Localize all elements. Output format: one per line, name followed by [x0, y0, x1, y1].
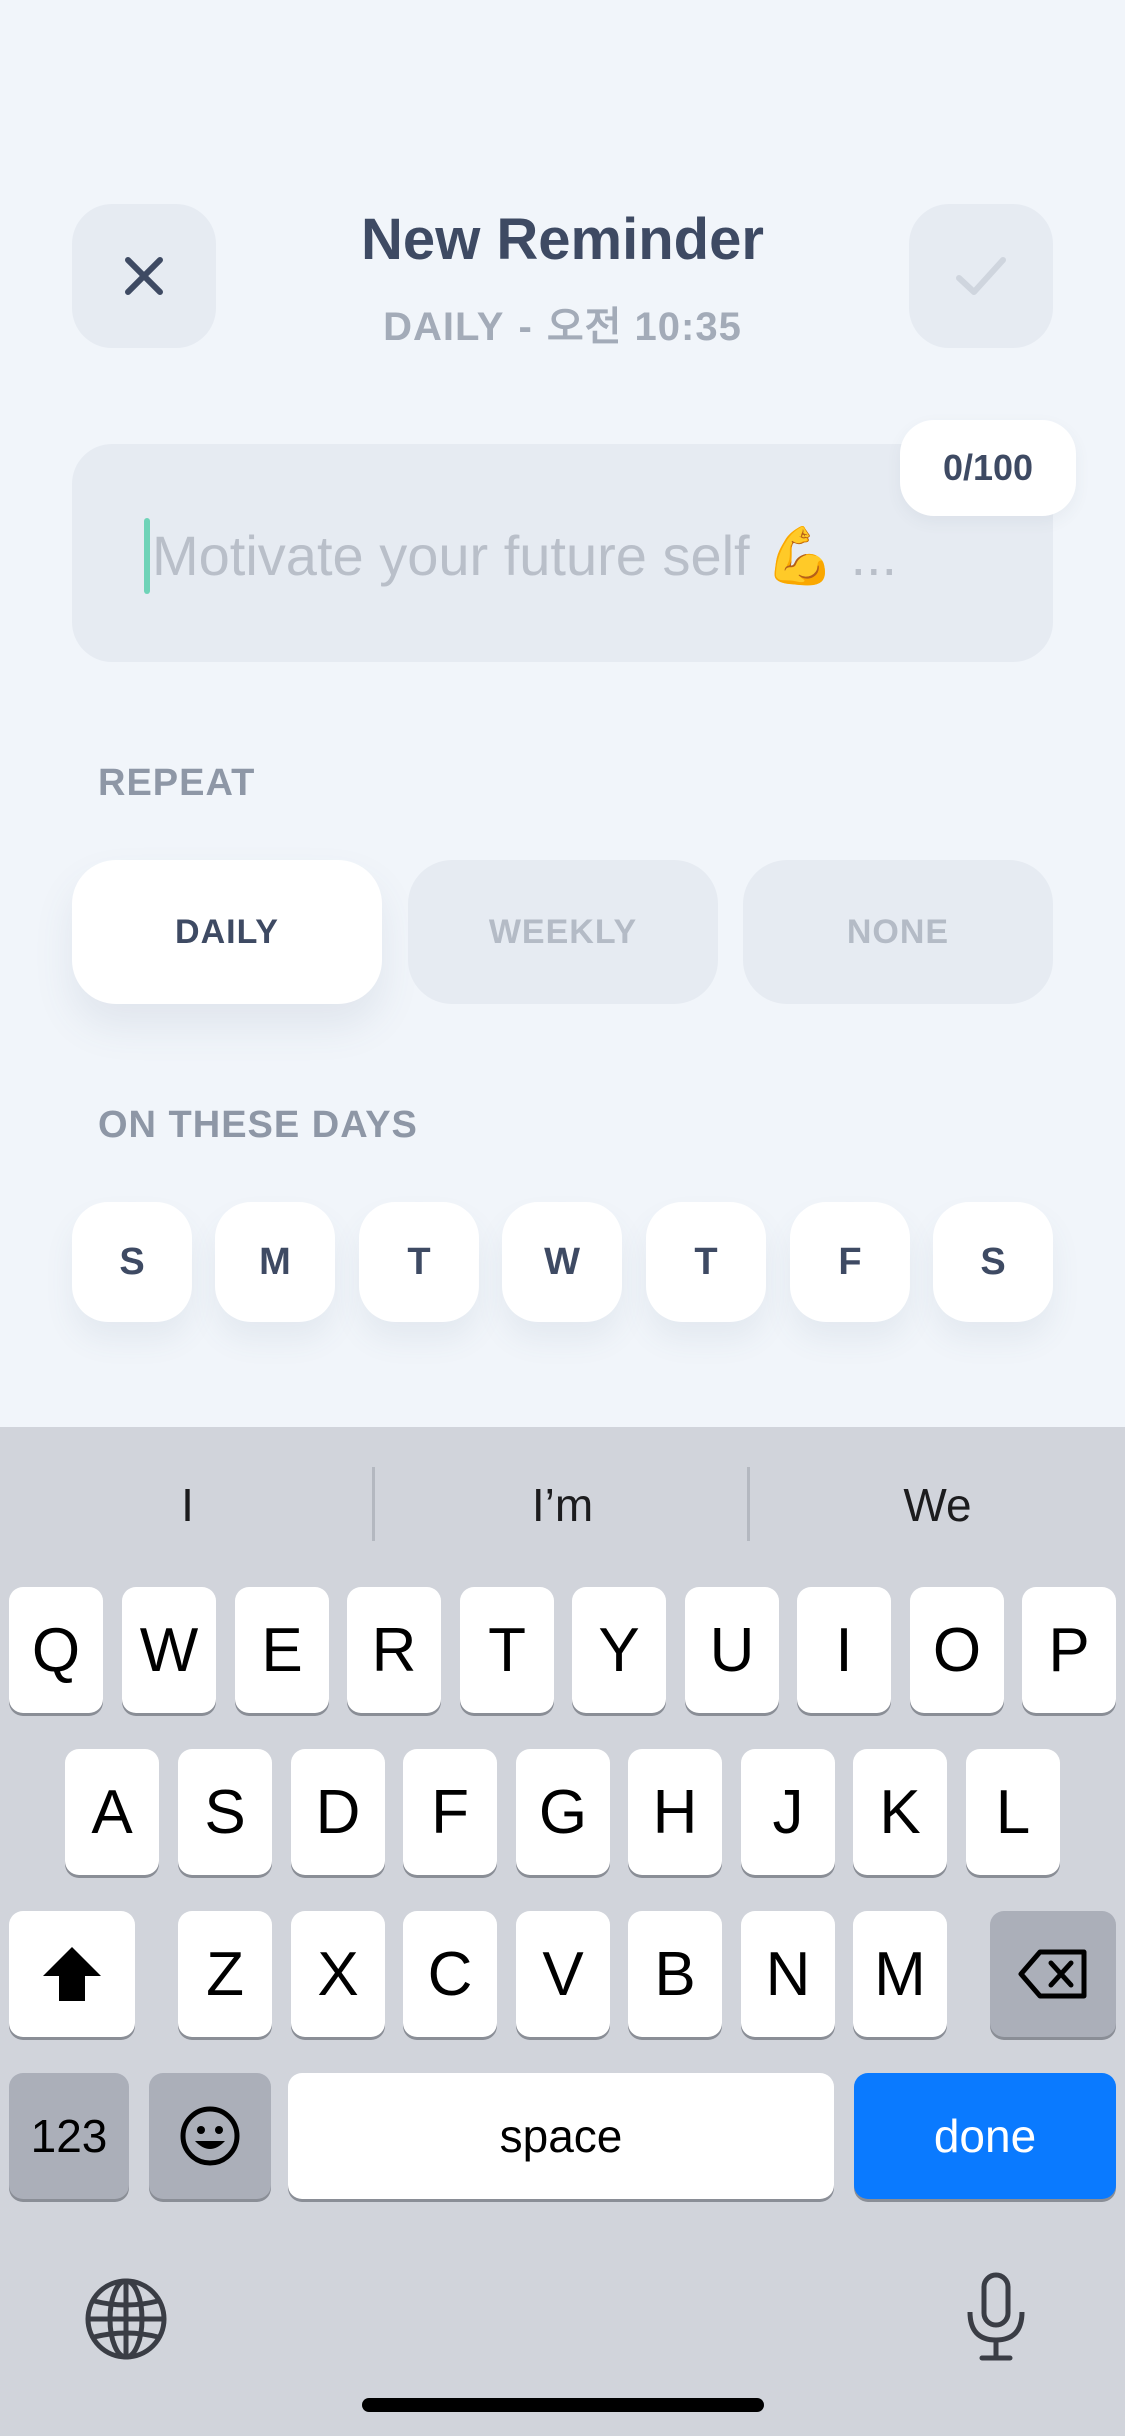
key-x[interactable]: X	[291, 1911, 385, 2037]
checkmark-icon	[956, 257, 1006, 295]
key-h[interactable]: H	[628, 1749, 722, 1875]
text-caret	[144, 518, 150, 594]
key-t[interactable]: T	[460, 1587, 554, 1713]
key-z[interactable]: Z	[178, 1911, 272, 2037]
key-j[interactable]: J	[741, 1749, 835, 1875]
day-tuesday[interactable]: T	[359, 1202, 479, 1322]
globe-icon	[85, 2278, 167, 2360]
key-c[interactable]: C	[403, 1911, 497, 2037]
key-y[interactable]: Y	[572, 1587, 666, 1713]
key-p[interactable]: P	[1022, 1587, 1116, 1713]
key-u[interactable]: U	[685, 1587, 779, 1713]
suggestion-3[interactable]: We	[750, 1427, 1125, 1582]
subtitle-separator: -	[518, 305, 533, 349]
key-g[interactable]: G	[516, 1749, 610, 1875]
key-f[interactable]: F	[403, 1749, 497, 1875]
subtitle-time: 오전 10:35	[546, 305, 742, 349]
shift-key[interactable]	[9, 1911, 135, 2037]
key-e[interactable]: E	[235, 1587, 329, 1713]
save-button[interactable]	[909, 204, 1053, 348]
day-thursday[interactable]: T	[646, 1202, 766, 1322]
suggestion-2[interactable]: I’m	[375, 1427, 750, 1582]
repeat-option-weekly[interactable]: WEEKLY	[408, 860, 718, 1004]
key-d[interactable]: D	[291, 1749, 385, 1875]
key-q[interactable]: Q	[9, 1587, 103, 1713]
space-key[interactable]: space	[288, 2073, 834, 2199]
key-l[interactable]: L	[966, 1749, 1060, 1875]
key-r[interactable]: R	[347, 1587, 441, 1713]
backspace-key[interactable]	[990, 1911, 1116, 2037]
subtitle-repeat: DAILY	[383, 305, 505, 349]
shift-icon	[43, 1947, 101, 2001]
day-sunday[interactable]: S	[72, 1202, 192, 1322]
dictation-button[interactable]	[954, 2269, 1038, 2365]
key-a[interactable]: A	[65, 1749, 159, 1875]
key-n[interactable]: N	[741, 1911, 835, 2037]
day-saturday[interactable]: S	[933, 1202, 1053, 1322]
key-m[interactable]: M	[853, 1911, 947, 2037]
day-wednesday[interactable]: W	[502, 1202, 622, 1322]
key-s[interactable]: S	[178, 1749, 272, 1875]
done-key[interactable]: done	[854, 2073, 1116, 2199]
home-indicator[interactable]	[362, 2398, 764, 2412]
character-counter: 0/100	[900, 420, 1076, 516]
microphone-icon	[967, 2272, 1025, 2361]
emoji-key[interactable]	[149, 2073, 271, 2199]
days-label: ON THESE DAYS	[98, 1104, 418, 1146]
key-k[interactable]: K	[853, 1749, 947, 1875]
key-o[interactable]: O	[910, 1587, 1004, 1713]
globe-button[interactable]	[82, 2275, 170, 2363]
key-b[interactable]: B	[628, 1911, 722, 2037]
emoji-icon	[180, 2106, 240, 2166]
numbers-key[interactable]: 123	[9, 2073, 129, 2199]
repeat-label: REPEAT	[98, 762, 256, 804]
key-i[interactable]: I	[797, 1587, 891, 1713]
backspace-icon	[1018, 1949, 1087, 1999]
suggestion-1[interactable]: I	[0, 1427, 375, 1582]
repeat-option-none[interactable]: NONE	[743, 860, 1053, 1004]
day-friday[interactable]: F	[790, 1202, 910, 1322]
key-w[interactable]: W	[122, 1587, 216, 1713]
keyboard: I I’m We Q W E R T Y U I O P A S D F G H…	[0, 1427, 1125, 2436]
day-monday[interactable]: M	[215, 1202, 335, 1322]
repeat-option-daily[interactable]: DAILY	[72, 860, 382, 1004]
input-placeholder: Motivate your future self 💪 ...	[152, 524, 898, 587]
key-v[interactable]: V	[516, 1911, 610, 2037]
